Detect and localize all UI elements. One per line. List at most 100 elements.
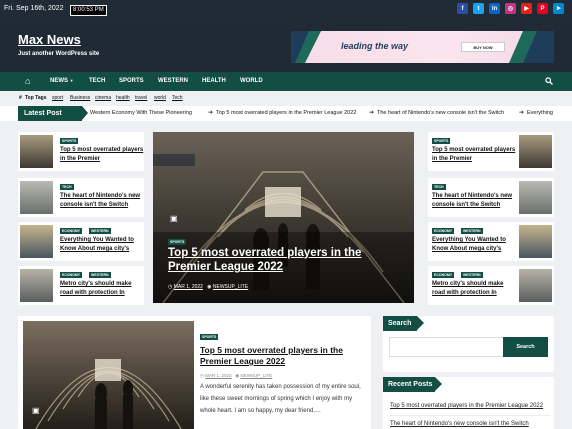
user-icon: ◉	[207, 284, 212, 290]
site-title[interactable]: Max News	[18, 32, 81, 47]
nav-item-health[interactable]: HEALTH	[202, 78, 226, 84]
search-button[interactable]: Search	[503, 337, 548, 357]
tag-link[interactable]: sport	[52, 95, 63, 101]
side-post-title[interactable]: Everything You Wanted to Know About mega…	[432, 236, 516, 254]
post-thumbnail[interactable]	[519, 135, 552, 168]
telegram-icon[interactable]: ➤	[553, 3, 564, 14]
current-time: 8:00:53 PM	[70, 5, 107, 16]
main-post-meta: ◷ MAR 1, 2022 ◉ NEWSUP_LITE	[200, 373, 272, 379]
main-post-date[interactable]: MAR 1, 2022	[205, 373, 231, 378]
top-tags-label: Top Tags	[25, 95, 47, 101]
instagram-icon[interactable]: ◎	[505, 3, 516, 14]
twitter-icon[interactable]: t	[473, 3, 484, 14]
calendar-icon: ◷	[200, 373, 204, 378]
side-post-title[interactable]: Everything You Wanted to Know About mega…	[60, 236, 144, 254]
ticker-item[interactable]: Western Economy With These Pioneering	[90, 110, 192, 116]
post-thumbnail[interactable]	[519, 225, 552, 258]
main-post-category[interactable]: SPORTS	[200, 334, 219, 340]
recent-posts-widget: Recent Posts Top 5 most overrated player…	[383, 377, 554, 429]
hero-author[interactable]: NEWSUP_LITE	[213, 284, 248, 290]
tag-link[interactable]: health	[116, 95, 130, 101]
tag-link[interactable]: Business	[70, 95, 90, 101]
category-badge[interactable]: ECONOMY	[432, 228, 455, 234]
nav-item-western[interactable]: WESTERN	[158, 78, 188, 84]
side-post-title[interactable]: Top 5 most overrated players in the Prem…	[60, 146, 144, 164]
category-badge[interactable]: ECONOMY	[432, 272, 455, 278]
ad-buy-button[interactable]: BUY NOW	[461, 42, 505, 52]
category-badge[interactable]: SPORTS	[432, 138, 451, 144]
pinterest-icon[interactable]: P	[537, 3, 548, 14]
search-field[interactable]	[389, 337, 507, 357]
main-navigation: ⌂ NEWS ▼ TECH SPORTS WESTERN HEALTH WORL…	[0, 72, 572, 91]
hero-category-badge[interactable]: SPORTS	[168, 239, 187, 245]
search-widget-title: Search	[383, 316, 424, 331]
category-badge[interactable]: ECONOMY	[60, 272, 83, 278]
facebook-icon[interactable]: f	[457, 3, 468, 14]
nav-item-sports[interactable]: SPORTS	[119, 78, 144, 84]
top-tags-bar: # Top Tags sport Business cinema health …	[0, 91, 572, 105]
main-post-excerpt: A wonderful serenity has taken possessio…	[200, 384, 361, 414]
tag-link[interactable]: Tech	[172, 95, 183, 101]
side-post-title[interactable]: Top 5 most overrated players in the Prem…	[432, 146, 516, 164]
arrow-right-circle-icon: ➔	[519, 110, 525, 116]
header-advertisement[interactable]: leading the way BUY NOW	[291, 31, 554, 63]
camera-icon: ▣	[170, 214, 178, 223]
post-thumbnail[interactable]	[20, 135, 53, 168]
main-post-author[interactable]: NEWSUP_LITE	[240, 373, 272, 378]
home-icon[interactable]: ⌂	[25, 76, 30, 86]
search-icon[interactable]	[545, 77, 553, 85]
linkedin-icon[interactable]: in	[489, 3, 500, 14]
top-bar: Fri. Sep 16th, 2022 8:00:53 PM f t in ◎ ▶ P ➤	[0, 0, 572, 22]
arrow-right-circle-icon: ➔	[369, 110, 375, 116]
main-post-image[interactable]	[23, 321, 194, 429]
search-widget: Search Search	[383, 316, 554, 372]
side-post-title[interactable]: Metro city's should make road with prote…	[60, 280, 144, 298]
recent-post-link[interactable]: The heart of Nintendo's new console isn'…	[390, 421, 529, 427]
site-tagline: Just another WordPress site	[18, 51, 100, 57]
category-badge[interactable]: WESTERN	[89, 272, 111, 278]
category-badge[interactable]: TECH	[432, 184, 446, 190]
user-icon: ◉	[235, 373, 240, 378]
hero-title[interactable]: Top 5 most overrated players in the Prem…	[168, 246, 398, 274]
tag-link[interactable]: travel	[135, 95, 147, 101]
camera-icon: ▣	[32, 406, 40, 415]
side-post-title[interactable]: The heart of Nintendo's new console isn'…	[432, 192, 516, 210]
hero-date[interactable]: MAR 1, 2022	[174, 284, 203, 290]
nav-item-world[interactable]: WORLD	[240, 78, 263, 84]
hash-icon: #	[19, 95, 22, 101]
ticker-item[interactable]: The heart of Nintendo's new console isn'…	[377, 110, 504, 116]
post-thumbnail[interactable]	[20, 181, 53, 214]
post-thumbnail[interactable]	[519, 181, 552, 214]
hero-meta: ◷ MAR 1, 2022 ◉ NEWSUP_LITE	[168, 284, 248, 290]
hero-post[interactable]	[153, 132, 414, 303]
ticker-item[interactable]: Top 5 most overrated players in the Prem…	[216, 110, 356, 116]
latest-post-label: Latest Post	[18, 106, 88, 121]
main-post-title[interactable]: Top 5 most overrated players in the Prem…	[200, 345, 365, 367]
side-post-title[interactable]: Metro city's should make road with prote…	[432, 280, 516, 298]
category-badge[interactable]: WESTERN	[461, 272, 483, 278]
category-badge[interactable]: SPORTS	[60, 138, 79, 144]
latest-post-ticker: Latest Post Western Economy With These P…	[0, 106, 572, 121]
main-post-card: ▣ SPORTS Top 5 most overrated players in…	[18, 316, 371, 429]
category-badge[interactable]: ECONOMY	[60, 228, 83, 234]
tag-link[interactable]: world	[154, 95, 166, 101]
nav-item-news[interactable]: NEWS ▼	[50, 78, 74, 84]
nav-item-tech[interactable]: TECH	[89, 78, 105, 84]
category-badge[interactable]: WESTERN	[461, 228, 483, 234]
youtube-icon[interactable]: ▶	[521, 3, 532, 14]
recent-posts-title: Recent Posts	[383, 377, 442, 392]
category-badge[interactable]: TECH	[60, 184, 74, 190]
ad-headline: leading the way	[341, 41, 409, 51]
recent-post-link[interactable]: Top 5 most overrated players in the Prem…	[390, 403, 543, 409]
chevron-down-icon: ▼	[69, 78, 74, 83]
hero-image	[153, 132, 414, 303]
side-post-title[interactable]: The heart of Nintendo's new console isn'…	[60, 192, 144, 210]
post-thumbnail[interactable]	[20, 225, 53, 258]
current-date: Fri. Sep 16th, 2022	[4, 5, 64, 12]
post-thumbnail[interactable]	[519, 269, 552, 302]
ticker-item[interactable]: Everything	[527, 110, 553, 116]
post-thumbnail[interactable]	[20, 269, 53, 302]
category-badge[interactable]: WESTERN	[89, 228, 111, 234]
tag-link[interactable]: cinema	[95, 95, 111, 101]
calendar-icon: ◷	[168, 284, 173, 290]
